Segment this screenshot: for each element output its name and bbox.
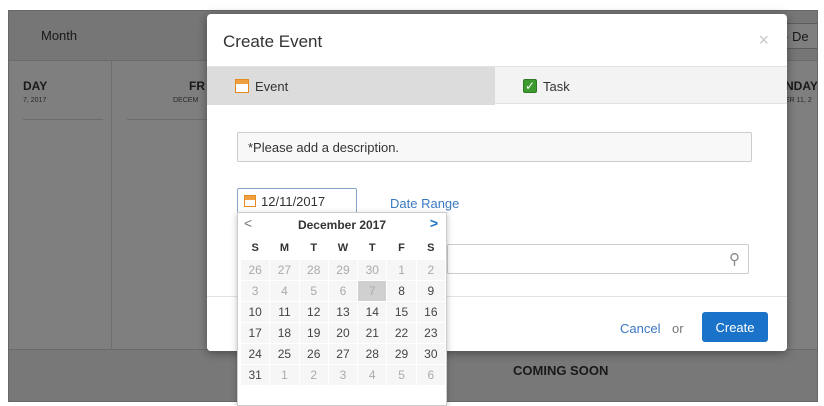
day-cell[interactable]: 9 — [415, 279, 446, 302]
weekday-label: S — [427, 241, 435, 254]
datepicker: < December 2017 > S M T W T F S 26 27 28… — [237, 212, 447, 406]
tab-bar: Event ✓ Task — [207, 66, 787, 105]
day-cell[interactable]: 31 — [239, 363, 271, 386]
day-cell[interactable]: 25 — [269, 342, 300, 365]
day-cell[interactable]: 22 — [386, 321, 417, 344]
day-cell[interactable]: 18 — [269, 321, 300, 344]
weekday-label: T — [368, 241, 376, 254]
day-cell[interactable]: 1 — [386, 258, 417, 281]
day-cell[interactable]: 3 — [327, 363, 359, 386]
day-cell[interactable]: 26 — [298, 342, 329, 365]
day-cell[interactable]: 23 — [415, 321, 446, 344]
day-cell[interactable]: 6 — [327, 279, 359, 302]
checkbox-icon: ✓ — [523, 79, 537, 93]
calendar-icon — [244, 195, 256, 207]
weekday-label: F — [398, 241, 405, 254]
day-cell[interactable]: 2 — [415, 258, 446, 281]
day-cell[interactable]: 29 — [327, 258, 359, 281]
day-cell[interactable]: 27 — [269, 258, 300, 281]
cancel-button[interactable]: Cancel — [620, 321, 660, 336]
day-cell[interactable]: 13 — [327, 300, 359, 323]
weekday-label: W — [337, 241, 349, 254]
tab-task[interactable]: ✓ Task — [523, 67, 723, 105]
day-cell-today[interactable]: 7 — [357, 279, 388, 302]
day-cell[interactable]: 4 — [269, 279, 300, 302]
weekday-label: T — [310, 241, 318, 254]
day-cell[interactable]: 12 — [298, 300, 329, 323]
weekday-label: S — [251, 241, 259, 254]
dialog-title: Create Event — [223, 32, 323, 51]
next-month-button[interactable]: > — [430, 215, 438, 231]
day-cell[interactable]: 26 — [239, 258, 271, 281]
day-cell[interactable]: 5 — [386, 363, 417, 386]
day-cell[interactable]: 27 — [327, 342, 359, 365]
day-cell[interactable]: 8 — [386, 279, 417, 302]
day-cell[interactable]: 5 — [298, 279, 329, 302]
description-field[interactable]: *Please add a description. — [237, 132, 752, 162]
day-cell[interactable]: 20 — [327, 321, 359, 344]
month-label: December 2017 — [297, 218, 387, 232]
search-icon: ⚲ — [729, 251, 740, 268]
day-cell[interactable]: 24 — [239, 342, 271, 365]
or-label: or — [672, 321, 684, 336]
day-cell[interactable]: 29 — [386, 342, 417, 365]
day-cell[interactable]: 30 — [415, 342, 446, 365]
day-cell[interactable]: 3 — [239, 279, 271, 302]
day-cell[interactable]: 28 — [298, 258, 329, 281]
day-grid: S M T W T F S 26 27 28 29 30 1 2 3 4 5 6… — [239, 237, 446, 386]
weekday-label: M — [279, 241, 289, 254]
tab-event[interactable]: Event — [207, 67, 495, 105]
date-range-link[interactable]: Date Range — [390, 196, 459, 211]
day-cell[interactable]: 10 — [239, 300, 271, 323]
create-button[interactable]: Create — [702, 312, 768, 342]
day-cell[interactable]: 30 — [357, 258, 388, 281]
day-cell[interactable]: 21 — [357, 321, 388, 344]
day-cell[interactable]: 19 — [298, 321, 329, 344]
day-cell[interactable]: 4 — [357, 363, 388, 386]
day-cell[interactable]: 6 — [415, 363, 446, 386]
calendar-icon — [235, 79, 249, 93]
tab-label: Event — [255, 78, 289, 94]
day-cell[interactable]: 17 — [239, 321, 271, 344]
date-value: 12/11/2017 — [261, 193, 326, 209]
day-cell[interactable]: 15 — [386, 300, 417, 323]
day-cell[interactable]: 28 — [357, 342, 388, 365]
day-cell[interactable]: 11 — [269, 300, 300, 323]
day-cell[interactable]: 1 — [269, 363, 300, 386]
tab-label: Task — [543, 78, 570, 94]
search-input[interactable]: ⚲ — [447, 244, 749, 274]
day-cell[interactable]: 2 — [298, 363, 329, 386]
date-input[interactable]: 12/11/2017 — [237, 188, 357, 214]
datepicker-header: < December 2017 > — [238, 213, 446, 237]
close-icon[interactable]: × — [758, 30, 769, 51]
day-cell[interactable]: 14 — [357, 300, 388, 323]
day-cell[interactable]: 16 — [415, 300, 446, 323]
